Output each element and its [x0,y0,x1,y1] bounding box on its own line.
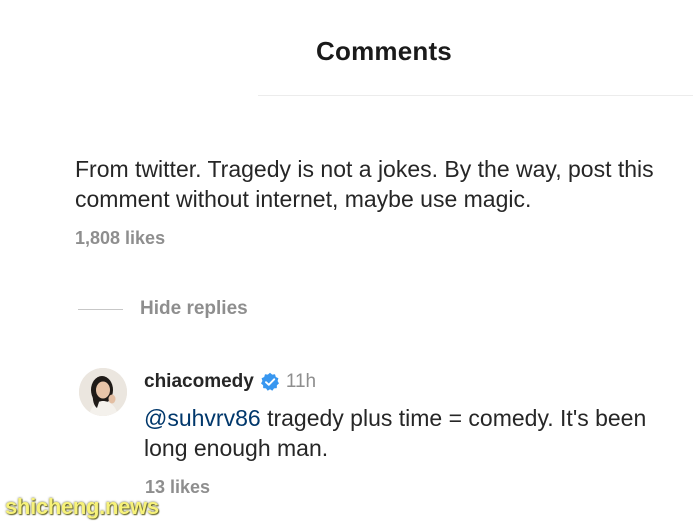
reply-username[interactable]: chiacomedy [144,371,254,393]
avatar-image [79,368,127,416]
page-title: Comments [316,36,452,66]
hide-replies-button[interactable]: Hide replies [78,296,248,322]
watermark: shicheng.news [5,494,159,519]
reply-mention-link[interactable]: @suhvrv86 [144,405,261,431]
reply-header: chiacomedy 11h [144,371,316,393]
verified-badge-icon [260,372,280,392]
hide-replies-line [78,308,123,310]
comment-likes-count[interactable]: 1,808 likes [75,228,165,249]
header-divider [258,95,693,96]
reply-timestamp: 11h [285,371,317,392]
comment-text: From twitter. Tragedy is not a jokes. By… [75,156,654,212]
comments-header: Comments [0,0,693,96]
hide-replies-label: Hide replies [140,298,248,319]
reply-text: @suhvrv86 tragedy plus time = comedy. It… [144,403,674,463]
avatar[interactable] [79,368,127,416]
